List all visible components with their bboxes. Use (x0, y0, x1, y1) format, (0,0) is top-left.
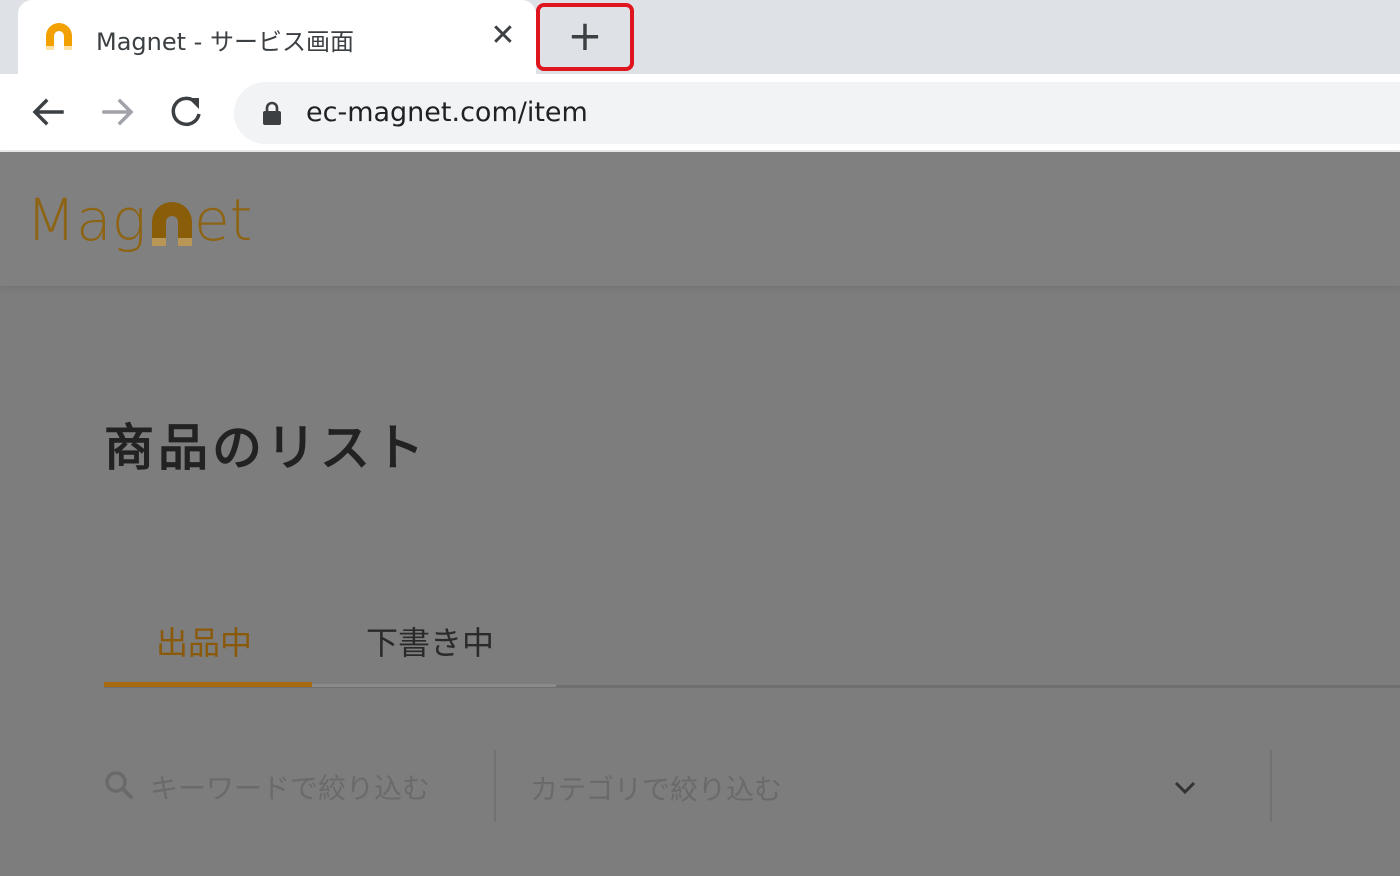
keyword-search-input[interactable] (150, 768, 480, 808)
divider (1270, 750, 1272, 822)
plus-icon: + (567, 11, 603, 60)
category-select[interactable]: カテゴリで絞り込む (530, 764, 1220, 808)
svg-text:Mag: Mag (26, 186, 146, 254)
chevron-down-icon (1174, 781, 1196, 795)
arrow-right-icon[interactable] (96, 90, 140, 134)
tab-track (312, 684, 556, 687)
site-header: Mag et (0, 152, 1400, 286)
page-title: 商品のリスト (104, 419, 428, 477)
new-tab-button[interactable]: + (536, 3, 634, 71)
divider (494, 750, 496, 822)
reload-icon[interactable] (164, 90, 208, 134)
arrow-left-icon[interactable] (26, 90, 70, 134)
magnet-icon (46, 23, 72, 50)
address-bar[interactable]: ec-magnet.com/item (234, 82, 1400, 144)
url-text: ec-magnet.com/item (306, 97, 588, 128)
status-tabs: 出品中 下書き中 (104, 600, 1400, 688)
lock-icon (263, 101, 281, 125)
tab-drafts[interactable]: 下書き中 (366, 618, 494, 664)
browser-tab[interactable]: Magnet - サービス画面 ✕ (18, 0, 536, 74)
svg-text:et: et (194, 186, 252, 254)
close-icon[interactable]: ✕ (488, 18, 518, 54)
tab-strip: Magnet - サービス画面 ✕ + (0, 0, 1400, 74)
tab-listed[interactable]: 出品中 (156, 618, 252, 664)
magnet-logo-icon[interactable]: Mag et (26, 176, 286, 266)
tab-title: Magnet - サービス画面 (96, 28, 354, 56)
search-icon (105, 771, 133, 799)
filter-bar: カテゴリで絞り込む (104, 750, 1400, 822)
active-tab-indicator (104, 682, 312, 687)
browser-toolbar: ec-magnet.com/item (0, 74, 1400, 152)
page-content: Mag et 商品のリスト 出品中 下書き中 カテゴリで絞り込む (0, 152, 1400, 876)
category-placeholder: カテゴリで絞り込む (530, 773, 783, 806)
